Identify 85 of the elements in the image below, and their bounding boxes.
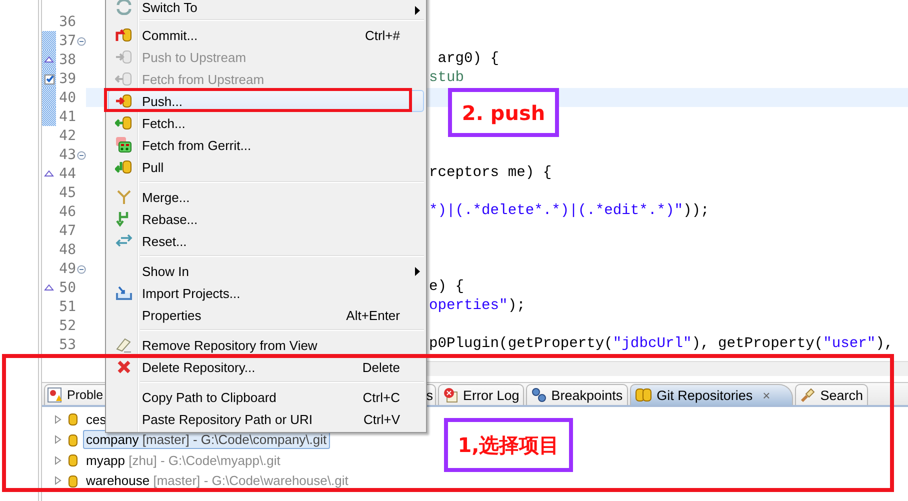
expand-icon[interactable] [54, 435, 62, 444]
close-icon[interactable]: × [762, 388, 770, 402]
line-number: 53 [58, 336, 76, 352]
override-icon [44, 170, 54, 177]
view-tab[interactable]: Breakpoints [526, 384, 628, 405]
repository-icon [68, 411, 78, 428]
push-icon [115, 49, 133, 65]
breakpoints-icon [531, 387, 548, 403]
commit-icon [115, 27, 133, 43]
submenu-arrow-icon [415, 6, 420, 15]
repository-item[interactable]: warehouse [master] - G:\Code\warehouse\.git [83, 471, 352, 490]
line-number: 45 [58, 184, 76, 200]
line-number: 50 [58, 280, 76, 296]
repository-icon [68, 452, 78, 468]
view-tab[interactable]: Error Log [438, 384, 524, 405]
code-text: rceptors me) { [429, 165, 552, 181]
line-number: 49 [58, 260, 76, 276]
line-number: 42 [58, 128, 76, 144]
menu-item[interactable]: Reset... [108, 230, 424, 252]
line-number: 44 [58, 166, 76, 182]
line-number: 47 [58, 222, 76, 238]
expand-icon[interactable] [54, 476, 62, 486]
switch-icon [115, 0, 133, 15]
fold-icon[interactable] [76, 265, 86, 274]
repository-icon [68, 472, 78, 489]
menu-item[interactable]: Show In [108, 260, 424, 282]
reset-icon [115, 233, 133, 249]
line-number: 52 [58, 318, 76, 334]
fold-icon[interactable] [76, 151, 86, 160]
view-tab[interactable]: Search [795, 384, 868, 405]
view-tab[interactable]: Git Repositories × [630, 384, 794, 405]
submenu-arrow-icon [415, 266, 420, 276]
callout-text: 1,选择项目 [458, 432, 560, 458]
menu-item[interactable]: Delete Repository... Delete [108, 356, 424, 378]
code-text: *)|(.*delete*.*)|(.*edit*.*)")); [429, 203, 710, 219]
merge-icon [115, 189, 133, 205]
code-text: operties"); [429, 298, 526, 314]
repository-item[interactable]: ces [83, 410, 110, 429]
code-text: e) { [429, 279, 464, 295]
menu-item[interactable]: Switch To [108, 0, 424, 16]
line-number: 37 [58, 32, 76, 48]
menu-item[interactable]: Fetch from Gerrit... [108, 134, 424, 156]
menu-item[interactable]: Properties Alt+Enter [108, 304, 424, 326]
menu-item[interactable]: Fetch... [108, 112, 424, 134]
override-icon [44, 56, 54, 63]
eraser-icon [115, 337, 133, 353]
delete-icon [115, 359, 133, 375]
line-number: 51 [58, 298, 76, 314]
menu-item[interactable]: Import Projects... [108, 282, 424, 304]
line-number: 43 [58, 146, 76, 162]
repository-item[interactable]: myapp [zhu] - G:\Code\myapp\.git [83, 450, 284, 470]
menu-item[interactable]: Remove Repository from View [108, 334, 424, 356]
menu-item[interactable]: Merge... [108, 186, 424, 208]
problems-icon [47, 387, 63, 403]
callout-text: 2. push [462, 100, 546, 124]
line-number: 48 [58, 242, 76, 258]
override-icon [44, 284, 54, 291]
search-icon [800, 387, 816, 403]
fetch-icon [115, 71, 133, 87]
menu-item[interactable]: Rebase... [108, 208, 424, 230]
pull-icon [115, 159, 133, 175]
menu-item[interactable]: Copy Path to Clipboard Ctrl+C [108, 386, 424, 408]
menu-item[interactable]: Commit... Ctrl+# [108, 24, 424, 46]
repository-icon [68, 432, 78, 448]
error-log-icon [443, 387, 459, 403]
line-number: 40 [58, 90, 76, 106]
line-number: 39 [58, 70, 76, 86]
fold-icon[interactable] [76, 37, 86, 46]
task-icon [44, 72, 54, 84]
fetch-icon [115, 115, 133, 131]
push-icon [115, 93, 133, 109]
code-text: arg0) { [436, 51, 500, 67]
repositories-icon [634, 387, 653, 403]
line-number: 36 [58, 14, 76, 30]
code-text: p0Plugin(getProperty("jdbcUrl"), getProperty("user"), [429, 336, 894, 352]
line-number: 41 [58, 108, 76, 124]
expand-icon[interactable] [54, 456, 62, 465]
expand-icon[interactable] [54, 414, 62, 424]
menu-item[interactable]: Pull [108, 156, 424, 178]
gerrit-icon [115, 137, 133, 153]
import-icon [115, 285, 133, 301]
line-number: 46 [58, 204, 76, 220]
code-text: stub [429, 70, 464, 86]
line-number: 38 [58, 52, 76, 68]
menu-item[interactable]: Paste Repository Path or URI Ctrl+V [108, 408, 424, 430]
